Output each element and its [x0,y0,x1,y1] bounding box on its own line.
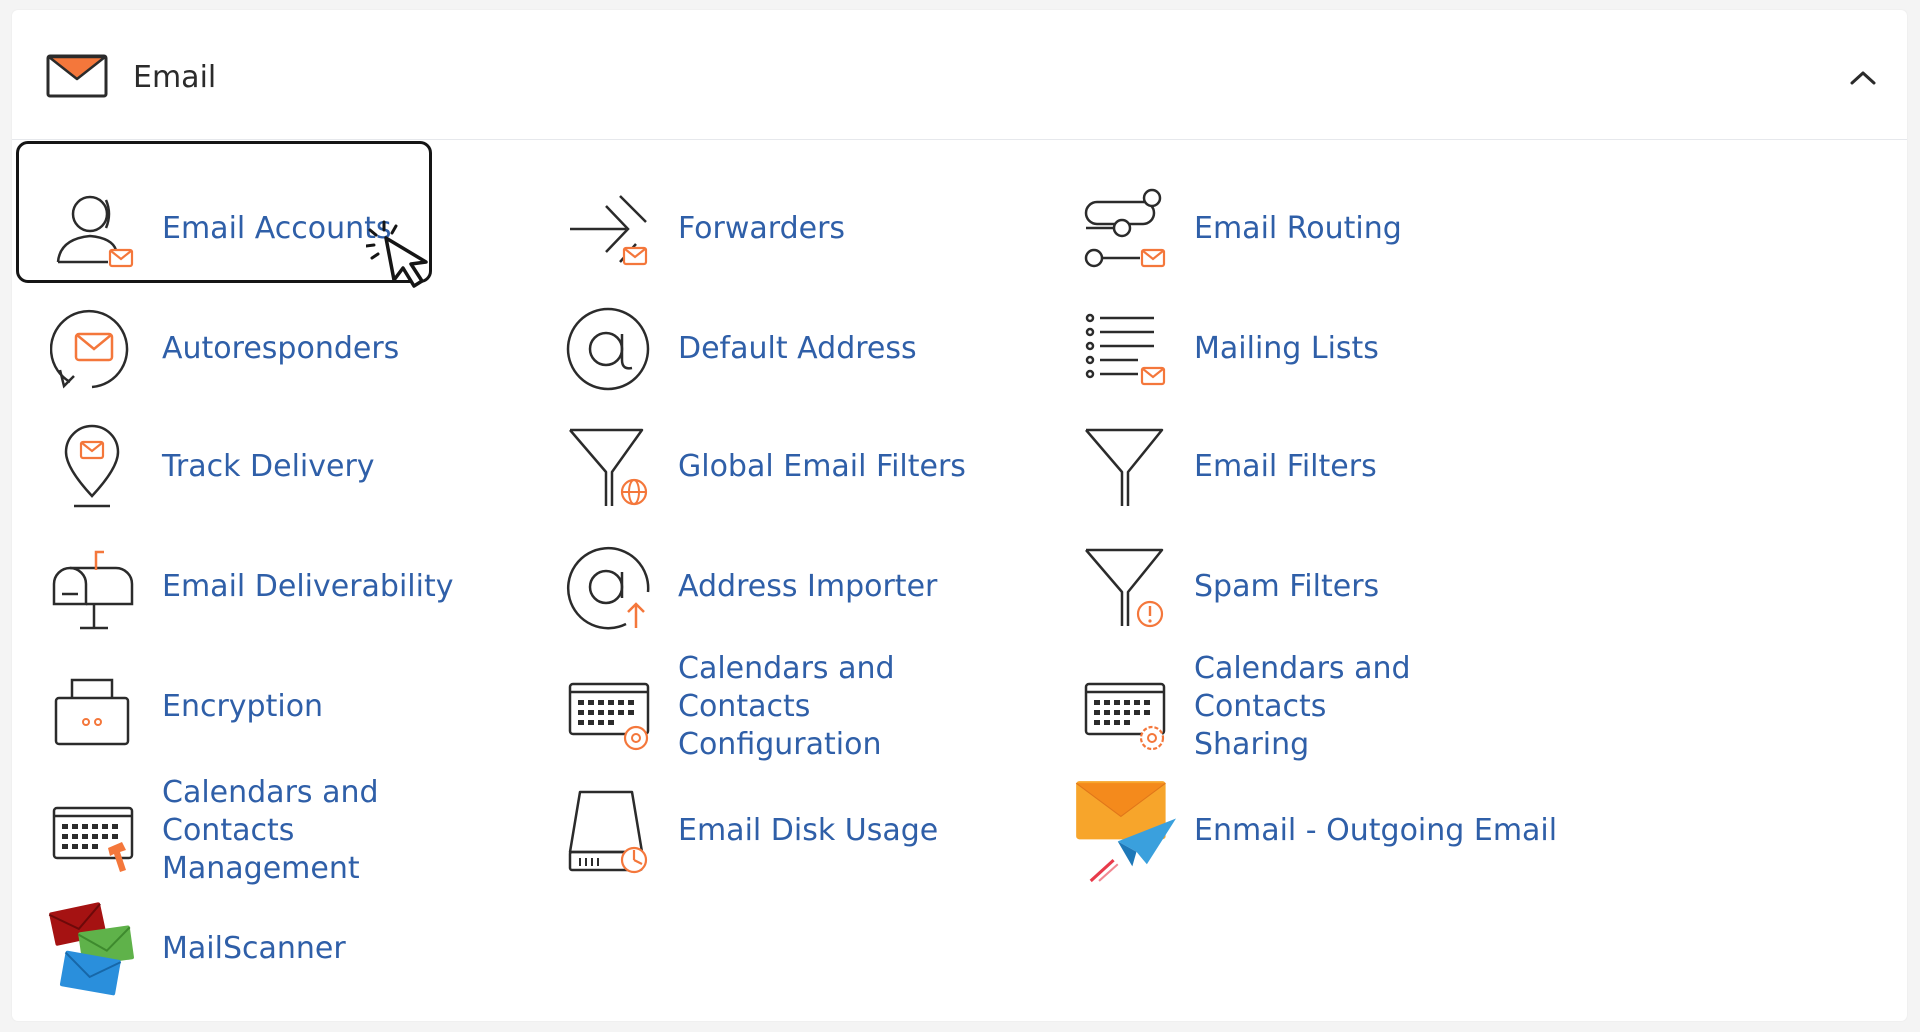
enmail-outgoing-email-link[interactable]: Enmail - Outgoing Email [1044,776,1557,886]
forward-arrows-icon [570,195,648,266]
encryption-link[interactable]: Encryption [12,652,512,762]
mailing-list-icon [1085,313,1166,386]
calendar-hammer-icon [52,806,134,872]
item-label: MailScanner [162,931,346,966]
calendar-gear-icon [1084,682,1166,751]
calendar-at-icon [568,682,650,751]
mailbox-icon [52,550,134,630]
at-import-icon [566,546,650,630]
disk-usage-icon [568,790,648,874]
spam-filters-link[interactable]: Spam Filters [1044,532,1544,642]
item-label: Forwarders [678,211,846,246]
item-label: Encryption [162,689,324,724]
pointer-cursor-icon [366,220,428,288]
routing-icon [1084,188,1166,268]
enmail-paper-plane-icon [1075,781,1176,883]
filter-icon [1085,428,1164,506]
autoresponder-icon [50,309,129,389]
item-label: Global Email Filters [678,449,966,484]
item-label: Calendars and Contacts Configuration [678,651,895,762]
item-label: Default Address [678,331,917,366]
email-panel: Email Email Accounts Forwarders Email Ro… [12,10,1907,1021]
mailscanner-link[interactable]: MailScanner [12,894,512,1004]
item-label: Mailing Lists [1194,331,1379,366]
chevron-up-icon[interactable] [1847,66,1879,90]
panel-title: Email [133,60,217,95]
address-importer-link[interactable]: Address Importer [528,532,1028,642]
track-delivery-link[interactable]: Track Delivery [12,412,512,522]
lock-box-icon [54,678,130,746]
item-label: Calendars and Contacts Management [162,775,379,886]
forwarders-link[interactable]: Forwarders [528,174,1028,284]
item-label: Email Deliverability [162,569,454,604]
email-filters-link[interactable]: Email Filters [1044,412,1544,522]
item-label: Email Filters [1194,449,1377,484]
default-address-link[interactable]: Default Address [528,294,1028,404]
global-email-filters-link[interactable]: Global Email Filters [528,412,1028,522]
mailscanner-envelopes-icon [48,902,134,996]
calendars-contacts-sharing-link[interactable]: Calendars and Contacts Sharing [1044,651,1544,762]
item-label: Enmail - Outgoing Email [1194,813,1558,848]
filter-warning-icon [1085,548,1164,628]
calendars-contacts-configuration-link[interactable]: Calendars and Contacts Configuration [528,651,1028,762]
email-deliverability-link[interactable]: Email Deliverability [12,532,512,642]
item-label: Email Routing [1194,211,1402,246]
envelope-icon [46,54,108,98]
item-label: Calendars and Contacts Sharing [1194,651,1411,762]
item-label: Email Disk Usage [678,813,939,848]
panel-header[interactable]: Email [12,10,1907,140]
autoresponders-link[interactable]: Autoresponders [12,294,512,404]
email-disk-usage-link[interactable]: Email Disk Usage [528,776,1028,886]
item-label: Track Delivery [162,449,375,484]
calendars-contacts-management-link[interactable]: Calendars and Contacts Management [12,775,512,886]
item-label: Address Importer [678,569,938,604]
item-label: Autoresponders [162,331,400,366]
email-routing-link[interactable]: Email Routing [1044,174,1544,284]
filter-globe-icon [569,428,648,506]
location-pin-mail-icon [64,424,120,508]
at-sign-icon [566,307,650,391]
mailing-lists-link[interactable]: Mailing Lists [1044,294,1544,404]
item-label: Spam Filters [1194,569,1380,604]
